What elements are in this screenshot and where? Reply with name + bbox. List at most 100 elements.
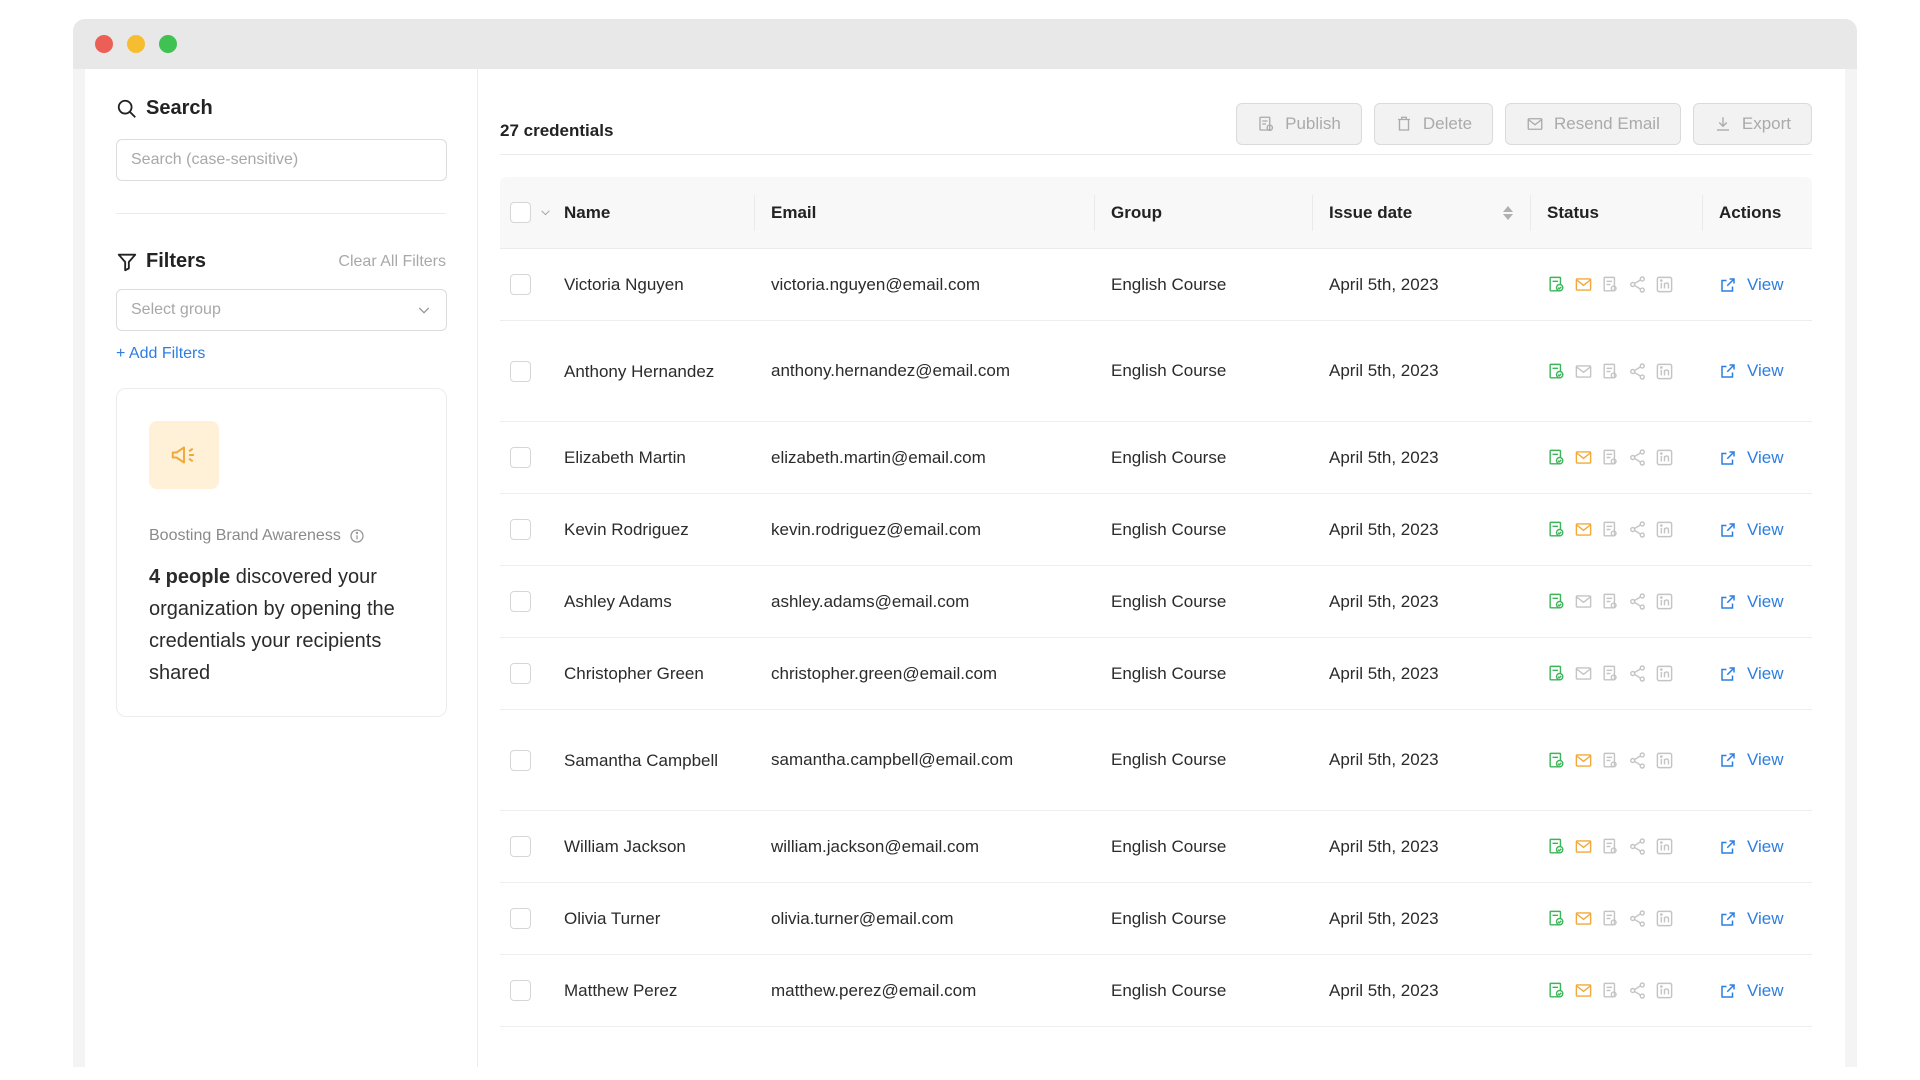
megaphone-icon	[171, 446, 194, 464]
share-icon	[1630, 982, 1645, 999]
sort-icon[interactable]	[1502, 204, 1514, 222]
filter-icon	[117, 253, 137, 271]
minimize-window-button[interactable]	[127, 35, 145, 53]
row-checkbox-cell	[500, 980, 564, 1001]
external-link-icon	[1721, 450, 1735, 465]
view-label: View	[1747, 361, 1784, 380]
export-button[interactable]: Export	[1692, 102, 1812, 145]
table-row[interactable]: Christopher Green christopher.green@email…	[500, 638, 1812, 710]
select-all-cell	[500, 177, 564, 248]
search-input[interactable]	[116, 139, 447, 181]
view-credential-link[interactable]: View	[1719, 448, 1784, 468]
view-credential-link[interactable]: View	[1719, 664, 1784, 684]
document-view-icon	[1603, 910, 1617, 926]
row-checkbox[interactable]	[510, 360, 531, 382]
recipient-group: English Course	[1111, 908, 1227, 928]
resend-email-label: Resend Email	[1554, 113, 1660, 133]
table-row[interactable]: Samantha Campbell samantha.campbell@email…	[500, 710, 1812, 811]
publish-button[interactable]: Publish	[1236, 102, 1362, 145]
recipient-group: English Course	[1111, 274, 1227, 294]
megaphone-icon-box	[149, 421, 219, 489]
row-checkbox-cell	[500, 908, 564, 929]
group-select[interactable]: Select group	[116, 289, 447, 331]
recipient-group: English Course	[1111, 519, 1227, 539]
delete-label: Delete	[1422, 113, 1473, 133]
row-checkbox[interactable]	[510, 663, 531, 684]
actions-cell: View	[1702, 592, 1812, 612]
table-row[interactable]: Matthew Perez matthew.perez@email.com Engl…	[500, 955, 1812, 1027]
row-checkbox[interactable]	[510, 749, 531, 771]
issue-date: April 5th, 2023	[1329, 836, 1439, 856]
card-label-text: Boosting Brand Awareness	[149, 527, 341, 544]
table-row[interactable]: William Jackson william.jackson@email.com…	[500, 811, 1812, 883]
column-header-group[interactable]: Group	[1094, 177, 1312, 248]
recipient-name: Ashley Adams	[564, 592, 672, 611]
select-all-checkbox[interactable]	[510, 202, 531, 223]
column-separator	[1530, 194, 1531, 231]
close-window-button[interactable]	[95, 35, 113, 53]
filters-section-title: Filters	[116, 250, 206, 273]
view-credential-link[interactable]: View	[1719, 361, 1784, 381]
view-label: View	[1747, 750, 1784, 769]
view-credential-link[interactable]: View	[1719, 520, 1784, 540]
table-row[interactable]: Ashley Adams ashley.adams@email.com Englis…	[500, 566, 1812, 638]
share-icon	[1630, 276, 1645, 293]
issue-date: April 5th, 2023	[1329, 591, 1439, 611]
table-row[interactable]: Kevin Rodriguez kevin.rodriguez@email.com…	[500, 494, 1812, 566]
sidebar-divider	[116, 213, 446, 214]
row-checkbox[interactable]	[510, 447, 531, 468]
table-row[interactable]: Victoria Nguyen victoria.nguyen@email.com…	[500, 249, 1812, 321]
recipient-name: Olivia Turner	[564, 909, 661, 928]
resend-email-button[interactable]: Resend Email	[1505, 102, 1681, 145]
share-icon	[1630, 838, 1645, 855]
column-header-name[interactable]: Name	[564, 177, 754, 248]
table-row[interactable]: Elizabeth Martin elizabeth.martin@email.c…	[500, 422, 1812, 494]
row-checkbox[interactable]	[510, 908, 531, 929]
recipient-group: English Course	[1111, 750, 1227, 769]
document-view-icon	[1603, 982, 1617, 998]
maximize-window-button[interactable]	[159, 35, 177, 53]
export-label: Export	[1741, 113, 1791, 133]
view-credential-link[interactable]: View	[1719, 592, 1784, 612]
view-label: View	[1747, 274, 1784, 294]
row-checkbox-cell	[500, 447, 564, 468]
row-checkbox[interactable]	[510, 980, 531, 1001]
recipient-name: Victoria Nguyen	[564, 275, 684, 294]
row-checkbox[interactable]	[510, 274, 531, 295]
delete-button[interactable]: Delete	[1373, 102, 1494, 145]
column-header-issue-date[interactable]: Issue date	[1312, 177, 1530, 248]
row-checkbox[interactable]	[510, 519, 531, 540]
main-panel: 27 credentials Publish Delete Resend Ema…	[478, 69, 1845, 1067]
certificate-check-icon	[1549, 593, 1564, 609]
add-filters-link[interactable]: + Add Filters	[116, 345, 446, 363]
credentials-table: Name Email Group Issue date Status Actio…	[500, 177, 1812, 1027]
row-checkbox[interactable]	[510, 591, 531, 612]
view-credential-link[interactable]: View	[1719, 275, 1784, 295]
table-row[interactable]: Olivia Turner olivia.turner@email.com Engl…	[500, 883, 1812, 955]
issue-date: April 5th, 2023	[1329, 447, 1439, 467]
external-link-icon	[1721, 839, 1735, 854]
external-link-icon	[1721, 522, 1735, 537]
share-icon	[1630, 521, 1645, 538]
column-header-email[interactable]: Email	[754, 177, 1094, 248]
recipient-email: ashley.adams@email.com	[771, 591, 970, 611]
info-icon[interactable]	[349, 528, 365, 544]
view-label: View	[1747, 980, 1784, 1000]
view-credential-link[interactable]: View	[1719, 837, 1784, 857]
table-row[interactable]: Anthony Hernandez anthony.hernandez@email…	[500, 321, 1812, 422]
view-credential-link[interactable]: View	[1719, 750, 1784, 770]
certificate-check-icon	[1549, 449, 1564, 465]
recipient-email: samantha.campbell@email.com	[771, 750, 1014, 769]
issue-date: April 5th, 2023	[1329, 980, 1439, 1000]
view-credential-link[interactable]: View	[1719, 981, 1784, 1001]
certificate-check-icon	[1549, 838, 1564, 854]
view-credential-link[interactable]: View	[1719, 909, 1784, 929]
search-title: Search	[146, 97, 213, 119]
certificate-check-icon	[1549, 521, 1564, 537]
actions-cell: View	[1702, 275, 1812, 295]
clear-all-filters-link[interactable]: Clear All Filters	[338, 253, 446, 271]
row-checkbox-cell	[500, 591, 564, 612]
chevron-down-icon[interactable]	[539, 206, 552, 219]
linkedin-icon	[1656, 665, 1673, 682]
row-checkbox[interactable]	[510, 836, 531, 857]
